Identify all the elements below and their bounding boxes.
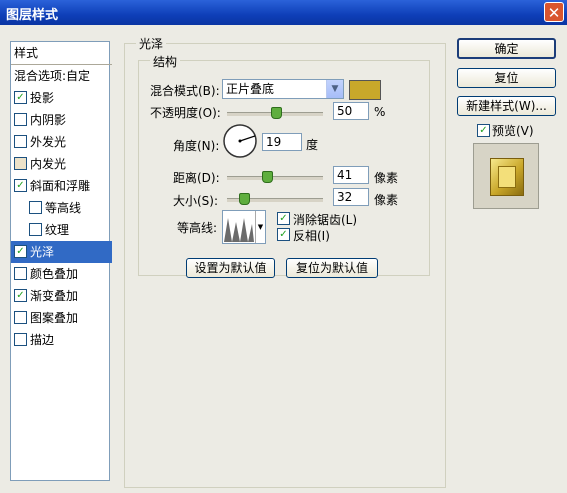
distance-input[interactable]: 41 — [333, 166, 369, 184]
blend-mode-label: 混合模式(B): — [150, 84, 220, 98]
preview-checkbox[interactable]: ✓ — [477, 124, 490, 137]
style-item-inner-glow[interactable]: 内发光 — [11, 153, 112, 175]
opacity-slider[interactable] — [227, 107, 323, 119]
antialias-label: 消除锯齿(L) — [293, 213, 358, 227]
opacity-slider-thumb[interactable] — [271, 107, 282, 119]
style-item-label: 内发光 — [30, 157, 67, 171]
drop-shadow-checkbox[interactable]: ✓ — [14, 91, 27, 104]
size-input[interactable]: 32 — [333, 188, 369, 206]
style-item-outer-glow[interactable]: 外发光 — [11, 131, 112, 153]
style-item-pattern-overlay[interactable]: 图案叠加 — [11, 307, 112, 329]
chevron-down-icon: ▼ — [255, 211, 265, 243]
angle-input[interactable]: 19 — [262, 133, 302, 151]
angle-dial[interactable] — [222, 123, 258, 159]
style-item-drop-shadow[interactable]: ✓ 投影 — [11, 87, 112, 109]
close-icon: ✕ — [547, 4, 561, 22]
pattern-overlay-checkbox[interactable] — [14, 311, 27, 324]
distance-slider[interactable] — [227, 171, 323, 183]
style-item-blending-options[interactable]: 混合选项:自定 — [11, 65, 112, 87]
style-item-label: 渐变叠加 — [30, 289, 79, 303]
size-unit: 像素 — [374, 193, 399, 207]
close-button[interactable]: ✕ — [544, 2, 564, 22]
style-item-satin[interactable]: ✓ 光泽 — [11, 241, 112, 263]
structure-group-title: 结构 — [150, 53, 181, 70]
blend-mode-select[interactable]: 正片叠底 ▼ — [222, 79, 344, 99]
style-item-color-overlay[interactable]: 颜色叠加 — [11, 263, 112, 285]
opacity-unit: % — [374, 105, 386, 119]
style-item-contour[interactable]: 等高线 — [11, 197, 127, 219]
style-item-stroke[interactable]: 描边 — [11, 329, 112, 351]
blend-mode-value: 正片叠底 — [226, 82, 275, 96]
preview-swatch — [490, 158, 524, 196]
opacity-input[interactable]: 50 — [333, 102, 369, 120]
stroke-checkbox[interactable] — [14, 333, 27, 346]
contour-preview-icon — [224, 212, 254, 242]
angle-label: 角度(N): — [173, 139, 220, 153]
style-item-texture[interactable]: 纹理 — [11, 219, 127, 241]
style-item-label: 纹理 — [45, 223, 70, 237]
style-item-label: 内阴影 — [30, 113, 67, 127]
distance-slider-thumb[interactable] — [262, 171, 273, 183]
chevron-down-icon: ▼ — [326, 80, 343, 98]
inner-glow-checkbox[interactable] — [14, 157, 27, 170]
contour-label: 等高线: — [177, 221, 218, 235]
style-item-label: 混合选项:自定 — [14, 69, 91, 83]
style-item-label: 图案叠加 — [30, 311, 79, 325]
gradient-overlay-checkbox[interactable]: ✓ — [14, 289, 27, 302]
title-bar: 图层样式 ✕ — [0, 0, 567, 25]
preview-label: 预览(V) — [492, 124, 534, 138]
size-label: 大小(S): — [173, 194, 219, 208]
style-list-header: 样式 — [11, 42, 112, 65]
color-overlay-checkbox[interactable] — [14, 267, 27, 280]
invert-checkbox[interactable]: ✓ — [277, 228, 290, 241]
style-item-gradient-overlay[interactable]: ✓ 渐变叠加 — [11, 285, 112, 307]
new-style-button[interactable]: 新建样式(W)... — [457, 96, 556, 116]
style-item-label: 描边 — [30, 333, 55, 347]
style-item-inner-shadow[interactable]: 内阴影 — [11, 109, 112, 131]
opacity-label: 不透明度(O): — [150, 106, 221, 120]
style-item-label: 投影 — [30, 91, 55, 105]
reset-default-button[interactable]: 复位为默认值 — [286, 258, 378, 278]
style-preview-thumbnail — [473, 143, 539, 209]
size-slider-thumb[interactable] — [239, 193, 250, 205]
contour-picker[interactable]: ▼ — [222, 210, 266, 244]
style-item-label: 外发光 — [30, 135, 67, 149]
reset-button[interactable]: 复位 — [457, 68, 556, 88]
inner-shadow-checkbox[interactable] — [14, 113, 27, 126]
distance-label: 距离(D): — [173, 171, 220, 185]
outer-glow-checkbox[interactable] — [14, 135, 27, 148]
satin-checkbox[interactable]: ✓ — [14, 245, 27, 258]
antialias-checkbox[interactable]: ✓ — [277, 212, 290, 225]
angle-unit: 度 — [306, 138, 319, 152]
ok-button[interactable]: 确定 — [457, 38, 556, 59]
window-title: 图层样式 — [6, 8, 59, 23]
dialog-body: 样式 混合选项:自定 ✓ 投影 内阴影 外发光 内发光 ✓ 斜面和浮雕 等高线 纹理… — [0, 25, 567, 493]
texture-checkbox[interactable] — [29, 223, 42, 236]
contour-checkbox[interactable] — [29, 201, 42, 214]
bevel-emboss-checkbox[interactable]: ✓ — [14, 179, 27, 192]
invert-label: 反相(I) — [293, 229, 330, 243]
distance-unit: 像素 — [374, 171, 399, 185]
style-list: 样式 混合选项:自定 ✓ 投影 内阴影 外发光 内发光 ✓ 斜面和浮雕 等高线 纹理… — [10, 41, 112, 481]
style-item-label: 颜色叠加 — [30, 267, 79, 281]
satin-section-title: 光泽 — [136, 35, 167, 52]
style-item-bevel-emboss[interactable]: ✓ 斜面和浮雕 — [11, 175, 112, 197]
set-default-button[interactable]: 设置为默认值 — [186, 258, 275, 278]
size-slider[interactable] — [227, 193, 323, 205]
blend-color-swatch[interactable] — [349, 80, 381, 100]
style-item-label: 等高线 — [45, 201, 82, 215]
style-item-label: 光泽 — [30, 245, 55, 259]
style-item-label: 斜面和浮雕 — [30, 179, 91, 193]
